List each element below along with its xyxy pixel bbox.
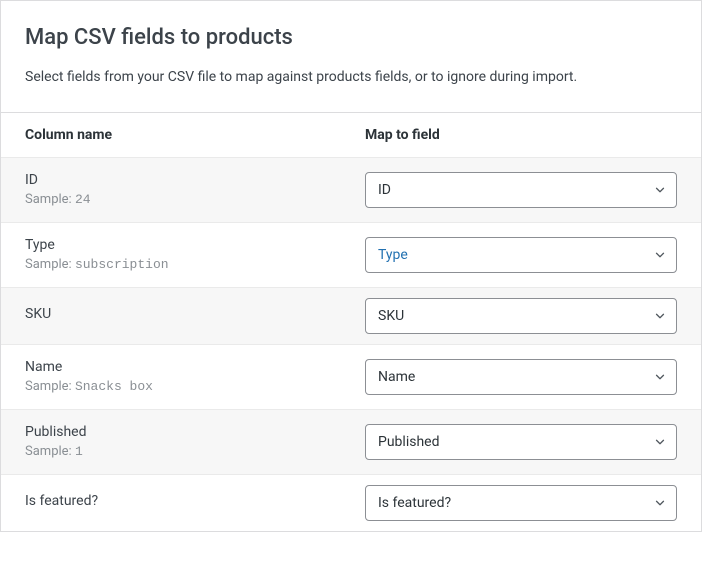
column-info: ID Sample: 24	[25, 172, 365, 207]
mapping-row: IDSample: 24ID	[1, 157, 701, 222]
map-select-cell: Is featured?	[365, 485, 677, 521]
mapping-row: SKUSKU	[1, 287, 701, 344]
map-to-field-header: Map to field	[365, 127, 677, 143]
column-info: Published Sample: 1	[25, 424, 365, 459]
card-header: Map CSV fields to products Select fields…	[1, 1, 701, 112]
mapping-row: Is featured?Is featured?	[1, 474, 701, 531]
column-info: SKU	[25, 306, 365, 326]
map-to-field-select[interactable]: Is featured?	[365, 485, 677, 521]
column-name: Name	[25, 359, 365, 375]
map-select-cell: Type	[365, 237, 677, 273]
select-value[interactable]: Is featured?	[365, 485, 677, 521]
mapping-row: PublishedSample: 1Published	[1, 409, 701, 474]
select-value[interactable]: Published	[365, 424, 677, 460]
column-name: Published	[25, 424, 365, 440]
sample-label: Sample:	[25, 192, 72, 207]
column-name: Type	[25, 237, 365, 253]
sample-value: subscription	[75, 257, 169, 272]
column-name: SKU	[25, 306, 365, 322]
column-name: Is featured?	[25, 493, 365, 509]
column-sample: Sample: 24	[25, 192, 365, 207]
map-select-cell: Name	[365, 359, 677, 395]
column-name-header: Column name	[25, 127, 365, 143]
column-sample: Sample: subscription	[25, 257, 365, 272]
map-to-field-select[interactable]: Published	[365, 424, 677, 460]
mapping-rows: IDSample: 24IDTypeSample: subscriptionTy…	[1, 157, 701, 531]
map-select-cell: ID	[365, 172, 677, 208]
select-value[interactable]: ID	[365, 172, 677, 208]
select-value[interactable]: Name	[365, 359, 677, 395]
sample-label: Sample:	[25, 379, 72, 394]
column-sample: Sample: Snacks box	[25, 379, 365, 394]
sample-value: Snacks box	[75, 379, 153, 394]
mapping-row: NameSample: Snacks boxName	[1, 344, 701, 409]
select-value[interactable]: SKU	[365, 298, 677, 334]
map-select-cell: Published	[365, 424, 677, 460]
map-select-cell: SKU	[365, 298, 677, 334]
sample-value: 24	[75, 192, 91, 207]
sample-label: Sample:	[25, 257, 72, 272]
column-name: ID	[25, 172, 365, 188]
sample-label: Sample:	[25, 444, 72, 459]
mapping-row: TypeSample: subscriptionType	[1, 222, 701, 287]
map-to-field-select[interactable]: ID	[365, 172, 677, 208]
page-title: Map CSV fields to products	[25, 25, 677, 50]
map-to-field-select[interactable]: Type	[365, 237, 677, 273]
column-info: Name Sample: Snacks box	[25, 359, 365, 394]
column-info: Type Sample: subscription	[25, 237, 365, 272]
csv-mapping-card: Map CSV fields to products Select fields…	[0, 0, 702, 532]
select-value[interactable]: Type	[365, 237, 677, 273]
column-info: Is featured?	[25, 493, 365, 513]
map-to-field-select[interactable]: Name	[365, 359, 677, 395]
map-to-field-select[interactable]: SKU	[365, 298, 677, 334]
table-header: Column name Map to field	[1, 112, 701, 157]
page-subtitle: Select fields from your CSV file to map …	[25, 68, 677, 88]
sample-value: 1	[75, 444, 83, 459]
column-sample: Sample: 1	[25, 444, 365, 459]
